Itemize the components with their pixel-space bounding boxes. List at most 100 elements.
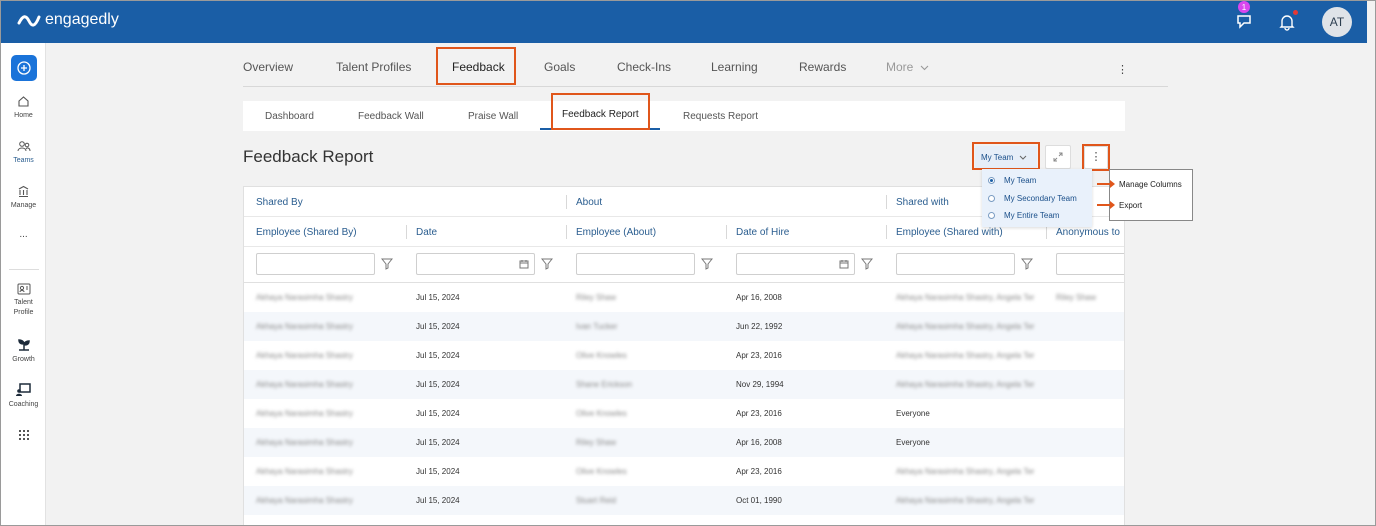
column-separator bbox=[1046, 225, 1047, 239]
subtab-praise-wall[interactable]: Praise Wall bbox=[468, 111, 518, 122]
sidebar-item-home[interactable]: Home bbox=[1, 95, 46, 121]
cell-date: Jul 15, 2024 bbox=[416, 380, 460, 389]
column-separator bbox=[406, 225, 407, 239]
team-option-secondary[interactable]: My Secondary Team bbox=[988, 194, 1077, 203]
calendar-icon[interactable] bbox=[839, 259, 849, 269]
tab-more[interactable]: More bbox=[886, 60, 929, 74]
sidebar-divider bbox=[9, 269, 39, 270]
column-date-of-hire[interactable]: Date of Hire bbox=[736, 227, 789, 238]
table-row[interactable]: Akhaya Narasimha Shastry Jul 15, 2024 Iv… bbox=[244, 312, 1124, 341]
tabs-kebab-icon[interactable]: ⋮ bbox=[1117, 65, 1128, 76]
notification-count-badge: 1 bbox=[1238, 1, 1250, 13]
team-option-my-team[interactable]: My Team bbox=[988, 176, 1036, 185]
filter-icon[interactable] bbox=[861, 258, 873, 270]
cell-date-of-hire: Apr 23, 2016 bbox=[736, 409, 782, 418]
cell-shared-by: Akhaya Narasimha Shastry bbox=[256, 351, 353, 360]
brand-logo[interactable]: engagedly bbox=[17, 11, 119, 29]
tab-overview[interactable]: Overview bbox=[243, 60, 293, 74]
cell-shared-with: Akhaya Narasimha Shastry, Angela Ter bbox=[896, 293, 1035, 302]
filter-input-date[interactable] bbox=[416, 253, 535, 275]
group-about: About bbox=[576, 197, 603, 208]
filter-icon[interactable] bbox=[541, 258, 553, 270]
filter-input-shared-with[interactable] bbox=[896, 253, 1015, 275]
sidebar-item-growth[interactable]: Growth bbox=[1, 338, 46, 365]
filter-input-anonymous-to[interactable] bbox=[1056, 253, 1124, 275]
sidebar-item-talent-profile[interactable]: Talent Profile bbox=[1, 283, 46, 318]
menu-item-export[interactable]: Export bbox=[1119, 201, 1142, 210]
column-employee-shared-with[interactable]: Employee (Shared with) bbox=[896, 227, 1003, 238]
sidebar-item-manage[interactable]: Manage bbox=[1, 185, 46, 211]
expand-button[interactable] bbox=[1045, 145, 1071, 169]
menu-item-manage-columns[interactable]: Manage Columns bbox=[1119, 180, 1182, 189]
column-employee-about[interactable]: Employee (About) bbox=[576, 227, 656, 238]
user-avatar[interactable]: AT bbox=[1322, 7, 1352, 37]
create-button[interactable] bbox=[11, 55, 37, 81]
cell-shared-with: Akhaya Narasimha Shastry, Angela Ter bbox=[896, 351, 1035, 360]
cell-shared-by: Akhaya Narasimha Shastry bbox=[256, 496, 353, 505]
cell-about: Stuart Reid bbox=[576, 496, 617, 505]
table-row[interactable]: Akhaya Narasimha Shastry Jul 15, 2024 Ri… bbox=[244, 428, 1124, 457]
table-row[interactable]: Akhaya Narasimha Shastry Jul 15, 2024 Ol… bbox=[244, 399, 1124, 428]
cell-about: Riley Shaw bbox=[576, 293, 617, 302]
cell-shared-by: Akhaya Narasimha Shastry bbox=[256, 409, 353, 418]
cell-anonymous-to: Riley Shaw bbox=[1056, 293, 1097, 302]
tab-check-ins[interactable]: Check-Ins bbox=[617, 60, 671, 74]
tab-learning[interactable]: Learning bbox=[711, 60, 758, 74]
brand-name: engagedly bbox=[45, 11, 119, 28]
filter-row bbox=[244, 247, 1124, 283]
sidebar-item-label: Home bbox=[14, 112, 33, 119]
left-sidebar: Home Teams Manage ... Talent Profile Gro… bbox=[1, 43, 46, 525]
sidebar-item-teams[interactable]: Teams bbox=[1, 140, 46, 166]
sidebar-item-label: Growth bbox=[12, 356, 35, 363]
growth-icon bbox=[17, 339, 30, 351]
team-option-label: My Team bbox=[1004, 176, 1037, 185]
options-highlight bbox=[1082, 144, 1110, 171]
sidebar-item-more[interactable]: ... bbox=[1, 229, 46, 240]
filter-icon[interactable] bbox=[701, 258, 713, 270]
feedback-subtabs: Dashboard Feedback Wall Praise Wall Feed… bbox=[243, 101, 1125, 131]
calendar-icon[interactable] bbox=[519, 259, 529, 269]
subtab-feedback-wall[interactable]: Feedback Wall bbox=[358, 111, 424, 122]
cell-date: Jul 15, 2024 bbox=[416, 409, 460, 418]
recognition-icon[interactable] bbox=[1233, 11, 1255, 33]
home-icon bbox=[18, 96, 29, 107]
filter-input-about[interactable] bbox=[576, 253, 695, 275]
subtab-dashboard[interactable]: Dashboard bbox=[265, 111, 314, 122]
table-row[interactable]: Akhaya Narasimha Shastry Jul 15, 2024 St… bbox=[244, 486, 1124, 515]
group-shared-by: Shared By bbox=[256, 197, 303, 208]
cell-about: Olive Knowles bbox=[576, 467, 627, 476]
cell-about: Olive Knowles bbox=[576, 409, 627, 418]
tab-goals[interactable]: Goals bbox=[544, 60, 575, 74]
filter-input-date-of-hire[interactable] bbox=[736, 253, 855, 275]
cell-date-of-hire: Jun 22, 1992 bbox=[736, 322, 783, 331]
team-option-entire[interactable]: My Entire Team bbox=[988, 211, 1059, 220]
sidebar-item-coaching[interactable]: Coaching bbox=[1, 383, 46, 410]
main-content: Overview Talent Profiles Feedback Goals … bbox=[46, 43, 1367, 525]
table-row[interactable]: Akhaya Narasimha Shastry Jul 15, 2024 Sh… bbox=[244, 370, 1124, 399]
filter-input-shared-by[interactable] bbox=[256, 253, 375, 275]
table-row[interactable]: Akhaya Narasimha Shastry Jul 15, 2024 Ri… bbox=[244, 283, 1124, 312]
feedback-report-table: Shared By About Shared with Employee (Sh… bbox=[243, 186, 1125, 525]
column-date[interactable]: Date bbox=[416, 227, 437, 238]
sidebar-item-label: Manage bbox=[10, 202, 37, 209]
team-select-highlight bbox=[972, 142, 1040, 170]
cell-shared-with: Akhaya Narasimha Shastry, Angela Ter bbox=[896, 322, 1035, 331]
sidebar-item-apps[interactable] bbox=[1, 430, 46, 440]
column-employee-shared-by[interactable]: Employee (Shared By) bbox=[256, 227, 357, 238]
cell-date: Jul 15, 2024 bbox=[416, 351, 460, 360]
tab-talent-profiles[interactable]: Talent Profiles bbox=[336, 60, 411, 74]
filter-icon[interactable] bbox=[1021, 258, 1033, 270]
app-window: engagedly 1 AT Home Teams Manage ... Tal… bbox=[0, 0, 1376, 526]
sidebar-item-label: Teams bbox=[13, 157, 34, 164]
more-icon: ... bbox=[19, 229, 28, 240]
column-anonymous-to[interactable]: Anonymous to bbox=[1056, 227, 1120, 238]
table-row[interactable]: Akhaya Narasimha Shastry Jul 15, 2024 Ol… bbox=[244, 341, 1124, 370]
tab-rewards[interactable]: Rewards bbox=[799, 60, 846, 74]
cell-shared-by: Akhaya Narasimha Shastry bbox=[256, 322, 353, 331]
cell-date-of-hire: Apr 16, 2008 bbox=[736, 438, 782, 447]
table-row[interactable]: Akhaya Narasimha Shastry Jul 15, 2024 Ol… bbox=[244, 457, 1124, 486]
filter-icon[interactable] bbox=[381, 258, 393, 270]
column-separator bbox=[566, 225, 567, 239]
engagedly-logo-icon bbox=[17, 15, 41, 27]
subtab-requests-report[interactable]: Requests Report bbox=[683, 111, 758, 122]
